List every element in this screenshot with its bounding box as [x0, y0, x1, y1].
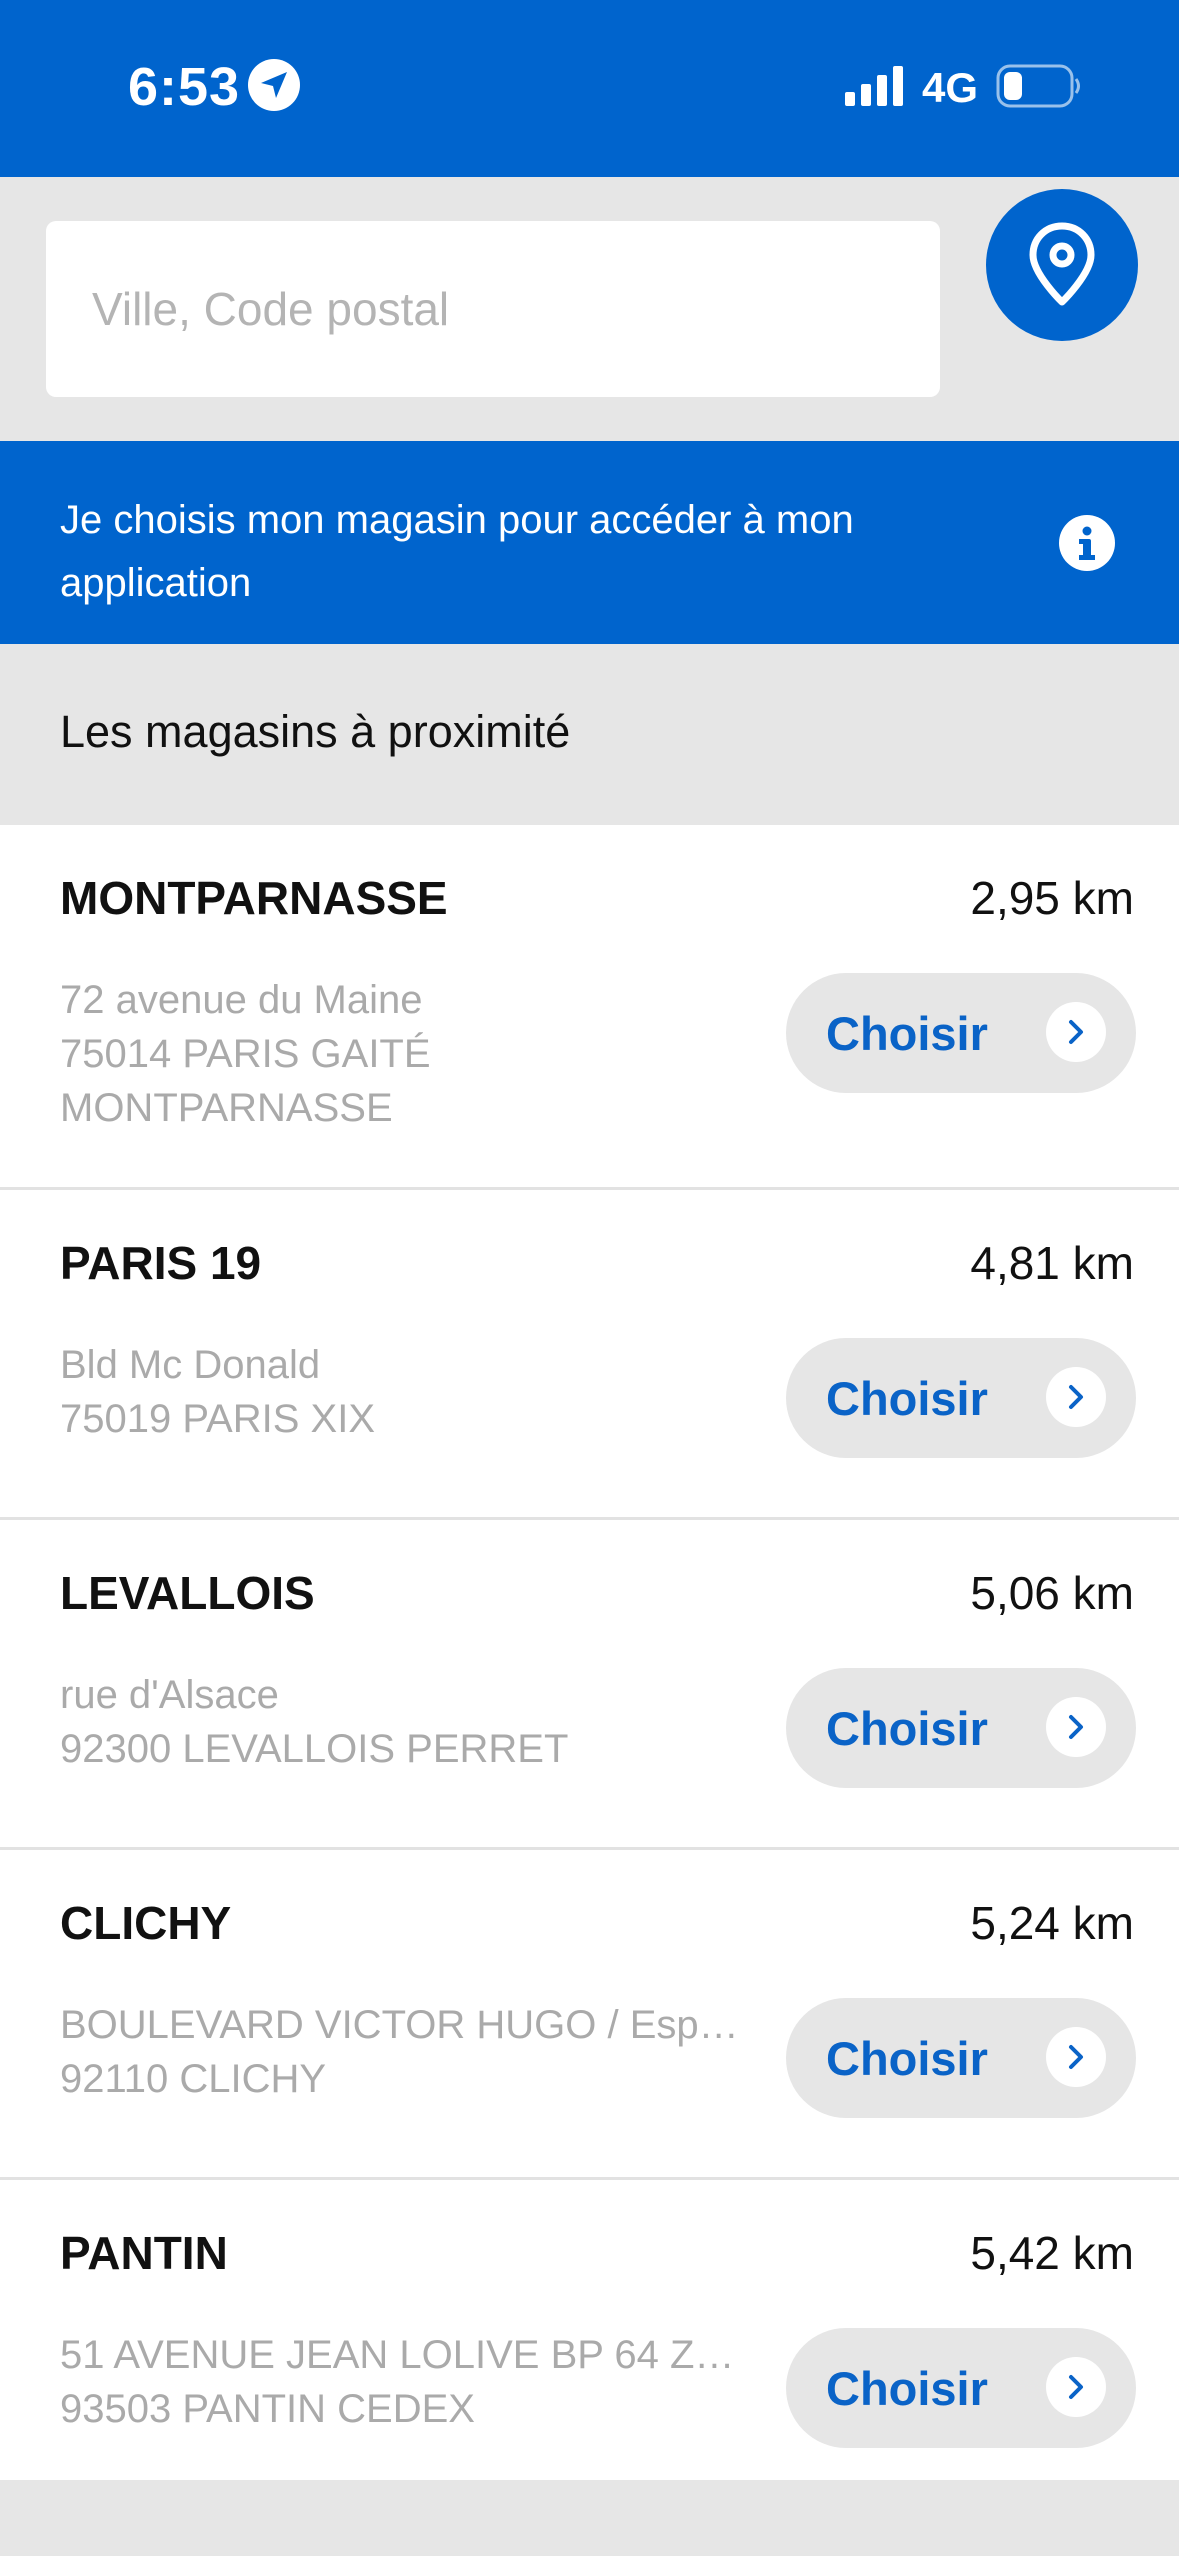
choose-button-label: Choisir [826, 1007, 988, 1060]
address-line: 75019 PARIS XIX [60, 1397, 375, 1441]
store-distance: 4,81 km [970, 1237, 1134, 1289]
address-line: 93503 PANTIN CEDEX [60, 2387, 475, 2431]
section-header: Les magasins à proximité [0, 644, 1179, 825]
store-name: PARIS 19 [60, 1237, 262, 1289]
chevron-right-icon [1046, 2027, 1106, 2087]
search-input[interactable] [46, 221, 940, 397]
store-list: MONTPARNASSE 2,95 km 72 avenue du Maine … [0, 825, 1179, 2480]
store-name: CLICHY [60, 1897, 232, 1949]
address-line: 72 avenue du Maine [60, 978, 423, 1022]
choose-store-button[interactable]: Choisir [786, 1998, 1136, 2118]
chevron-right-icon [1046, 1002, 1106, 1062]
store-item-montparnasse: MONTPARNASSE 2,95 km 72 avenue du Maine … [0, 825, 1179, 1190]
store-item-paris-19: PARIS 19 4,81 km Bld Mc Donald 75019 PAR… [0, 1190, 1179, 1520]
store-distance: 5,06 km [970, 1567, 1134, 1619]
address-line: 51 AVENUE JEAN LOLIVE BP 64 Z… [60, 2333, 735, 2377]
address-line: 75014 PARIS GAITÉ [60, 1032, 431, 1076]
address-line: BOULEVARD VICTOR HUGO / Espa… [60, 2003, 740, 2047]
info-banner-text: Je choisis mon magasin pour accéder à mo… [60, 498, 854, 605]
info-icon[interactable] [1058, 514, 1116, 577]
battery-icon [996, 64, 1082, 113]
address-line: MONTPARNASSE [60, 1086, 393, 1130]
address-line: 92300 LEVALLOIS PERRET [60, 1727, 569, 1771]
status-time: 6:53 [128, 57, 241, 117]
locate-me-button[interactable] [986, 189, 1138, 341]
signal-icon [845, 66, 905, 111]
store-name: LEVALLOIS [60, 1567, 315, 1619]
store-distance: 5,24 km [970, 1897, 1134, 1949]
choose-button-label: Choisir [826, 2032, 988, 2085]
store-address: rue d'Alsace 92300 LEVALLOIS PERRET [60, 1668, 740, 1776]
choose-store-button[interactable]: Choisir [786, 973, 1136, 1093]
store-address: 72 avenue du Maine 75014 PARIS GAITÉ MON… [60, 973, 740, 1135]
section-title: Les magasins à proximité [60, 706, 571, 757]
search-area [0, 177, 1179, 441]
store-address: Bld Mc Donald 75019 PARIS XIX [60, 1338, 740, 1446]
status-bar: 6:53 4G [0, 0, 1179, 177]
chevron-right-icon [1046, 1697, 1106, 1757]
store-name: MONTPARNASSE [60, 872, 448, 924]
store-distance: 2,95 km [970, 872, 1134, 924]
choose-store-button[interactable]: Choisir [786, 2328, 1136, 2448]
choose-button-label: Choisir [826, 1372, 988, 1425]
address-line: Bld Mc Donald [60, 1343, 321, 1387]
choose-button-label: Choisir [826, 1702, 988, 1755]
info-banner: Je choisis mon magasin pour accéder à mo… [0, 441, 1179, 644]
address-line: rue d'Alsace [60, 1673, 279, 1717]
chevron-right-icon [1046, 1367, 1106, 1427]
network-type: 4G [922, 64, 979, 111]
store-address: BOULEVARD VICTOR HUGO / Espa… 92110 CLIC… [60, 1998, 740, 2106]
choose-button-label: Choisir [826, 2362, 988, 2415]
choose-store-button[interactable]: Choisir [786, 1668, 1136, 1788]
store-item-clichy: CLICHY 5,24 km BOULEVARD VICTOR HUGO / E… [0, 1850, 1179, 2180]
store-item-levallois: LEVALLOIS 5,06 km rue d'Alsace 92300 LEV… [0, 1520, 1179, 1850]
store-distance: 5,42 km [970, 2227, 1134, 2279]
map-pin-icon [1029, 222, 1095, 306]
address-line: 92110 CLICHY [60, 2057, 327, 2101]
location-arrow-icon [248, 59, 300, 111]
choose-store-button[interactable]: Choisir [786, 1338, 1136, 1458]
chevron-right-icon [1046, 2357, 1106, 2417]
store-address: 51 AVENUE JEAN LOLIVE BP 64 Z… 93503 PAN… [60, 2328, 740, 2436]
store-name: PANTIN [60, 2227, 228, 2279]
store-item-pantin: PANTIN 5,42 km 51 AVENUE JEAN LOLIVE BP … [0, 2180, 1179, 2480]
